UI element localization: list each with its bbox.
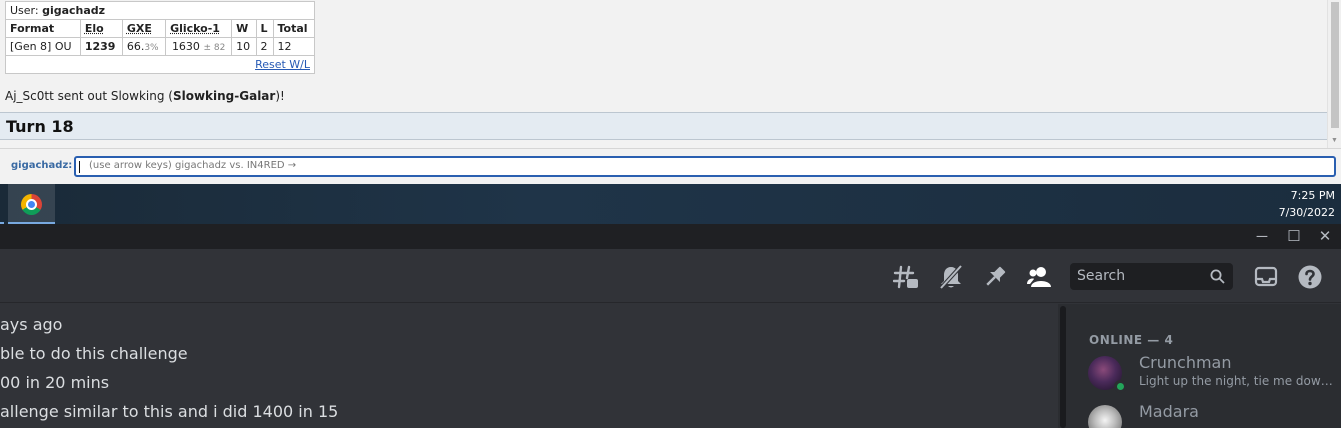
cell-wins: 10	[231, 37, 257, 56]
online-status-icon	[1114, 380, 1127, 393]
col-wins: W	[231, 19, 257, 38]
text-caret	[79, 161, 80, 173]
threads-icon[interactable]	[893, 264, 919, 290]
search-input[interactable]: Search	[1070, 263, 1233, 290]
pokemon-name: Slowking-Galar	[172, 89, 276, 103]
cell-total: 12	[272, 37, 316, 56]
discord-title-bar: ─ ☐ ✕	[0, 224, 1341, 249]
member-status-text: Light up the night, tie me down...	[1139, 374, 1335, 388]
col-total: Total	[272, 19, 316, 38]
battle-message: Aj_Sc0tt sent out Slowking (Slowking-Gal…	[5, 89, 285, 103]
battle-log-scrollbar[interactable]: ▼	[1327, 0, 1341, 148]
battle-log: User: gigachadz Format Elo GXE Glicko-1 …	[0, 0, 1327, 148]
scroll-down-icon[interactable]: ▼	[1331, 137, 1338, 145]
clock-time: 7:25 PM	[1290, 189, 1335, 202]
chat-input[interactable]: (use arrow keys) gigachadz vs. IN4RED →	[74, 156, 1336, 177]
rating-user-cell: User: gigachadz	[5, 1, 315, 20]
chat-user-label: gigachadz:	[11, 160, 73, 171]
clock-date: 7/30/2022	[1278, 206, 1335, 219]
col-elo: Elo	[79, 19, 123, 38]
chat-placeholder: (use arrow keys) gigachadz vs. IN4RED →	[89, 160, 297, 171]
scrollbar-thumb[interactable]	[1331, 2, 1339, 128]
member-crunchman[interactable]: Crunchman Light up the night, tie me dow…	[1076, 352, 1336, 396]
cell-format: [Gen 8] OU	[5, 37, 81, 56]
search-icon	[1210, 269, 1225, 284]
inbox-icon[interactable]	[1253, 264, 1279, 290]
chrome-icon	[21, 194, 42, 215]
message-line: ble to do this challenge	[0, 344, 188, 363]
close-icon[interactable]: ✕	[1313, 227, 1337, 247]
turn-banner: Turn 18	[0, 112, 1327, 140]
taskbar: 7:25 PM 7/30/2022	[0, 184, 1341, 224]
pin-icon[interactable]	[982, 264, 1008, 290]
message-list: · · ays ago ble to do this challenge 00 …	[0, 304, 1058, 428]
taskbar-chrome-button[interactable]	[8, 184, 55, 224]
rating-header-row: Format Elo GXE Glicko-1 W L Total	[5, 19, 316, 38]
chat-input-bar: gigachadz: (use arrow keys) gigachadz vs…	[0, 148, 1341, 184]
message-scrollbar[interactable]	[1058, 304, 1068, 428]
showdown-battle-panel: User: gigachadz Format Elo GXE Glicko-1 …	[0, 0, 1341, 184]
scrollbar-thumb[interactable]	[1060, 306, 1066, 428]
message-line: ays ago	[0, 315, 63, 334]
minimize-icon[interactable]: ─	[1250, 227, 1274, 247]
reset-cell: Reset W/L	[5, 55, 315, 74]
member-name: Crunchman	[1139, 353, 1232, 372]
table-row: [Gen 8] OU 1239 66.3% 1630 ± 82 10 2 12	[5, 37, 316, 56]
mute-bell-icon[interactable]	[938, 264, 964, 290]
col-format: Format	[5, 19, 81, 38]
turn-label: Turn 18	[6, 117, 74, 136]
online-section-header: ONLINE — 4	[1089, 333, 1174, 347]
discord-channel-header: Search	[0, 249, 1341, 303]
username: gigachadz	[42, 4, 106, 17]
member-name: Madara	[1139, 402, 1199, 421]
cell-gxe: 66.3%	[121, 37, 167, 56]
member-madara[interactable]: Madara	[1076, 401, 1336, 428]
member-list: ONLINE — 4 Crunchman Light up the night,…	[1068, 304, 1341, 428]
cell-elo: 1239	[79, 37, 123, 56]
user-label: User:	[10, 4, 43, 17]
cell-losses: 2	[255, 37, 274, 56]
col-glicko: Glicko-1	[165, 19, 233, 38]
reset-wl-link[interactable]: Reset W/L	[255, 58, 310, 71]
search-label: Search	[1077, 268, 1126, 284]
col-losses: L	[255, 19, 274, 38]
cell-glicko: 1630 ± 82	[165, 37, 233, 56]
help-icon[interactable]	[1297, 264, 1323, 290]
taskbar-clock[interactable]: 7:25 PM 7/30/2022	[1279, 187, 1335, 221]
maximize-icon[interactable]: ☐	[1282, 227, 1306, 247]
message-line: allenge similar to this and i did 1400 i…	[0, 402, 339, 421]
avatar	[1088, 405, 1122, 428]
rating-table: User: gigachadz Format Elo GXE Glicko-1 …	[5, 1, 316, 74]
member-list-icon[interactable]	[1026, 264, 1052, 290]
message-line: 00 in 20 mins	[0, 373, 110, 392]
col-gxe: GXE	[121, 19, 167, 38]
